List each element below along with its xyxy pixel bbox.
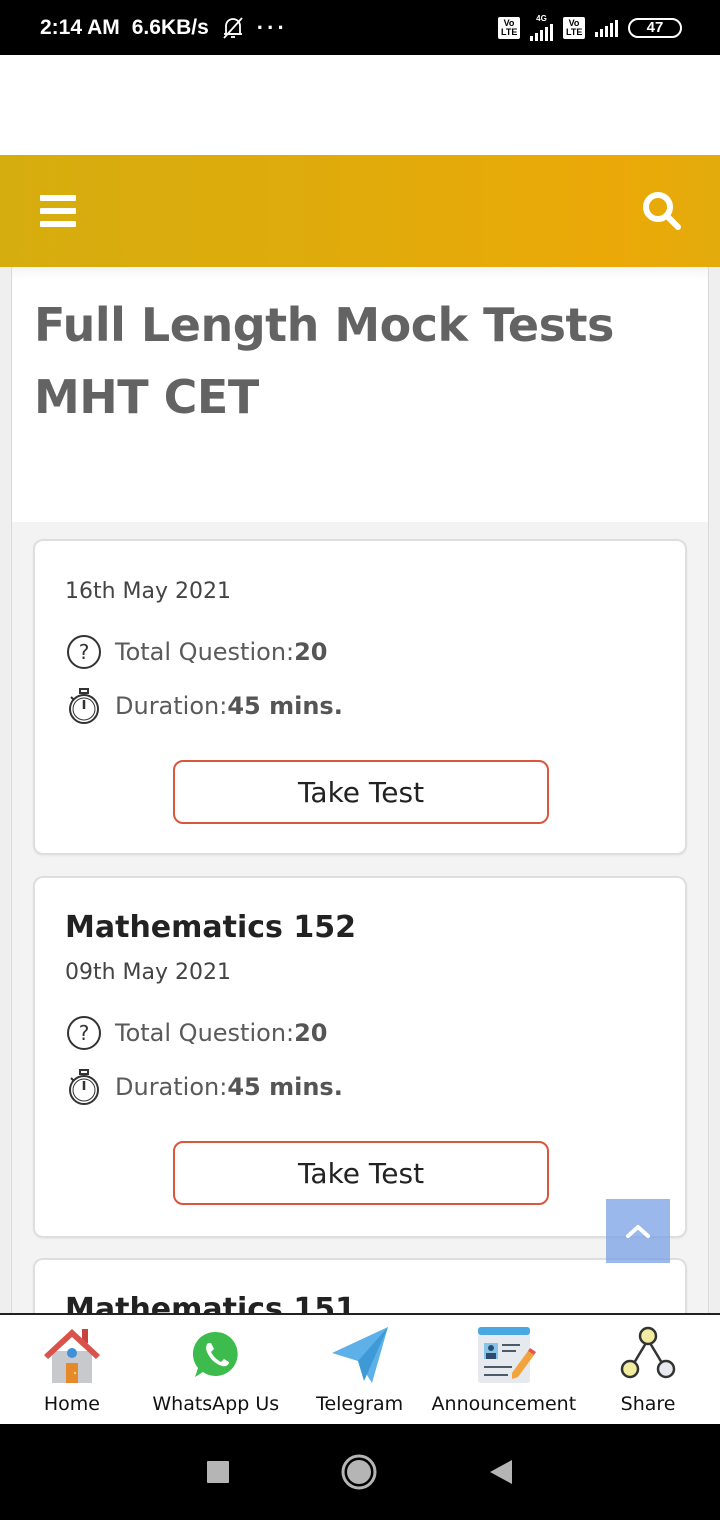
announcement-icon [477,1327,536,1383]
more-notifications-indicator: ··· [256,14,288,40]
network-speed: 6.6KB/s [131,15,209,39]
nav-telegram[interactable]: Telegram [288,1315,432,1424]
whatsapp-icon [190,1329,241,1381]
duration-value: 45 mins. [227,692,343,720]
blank-area [0,55,720,155]
battery-icon: 47 [628,17,682,38]
nav-whatsapp[interactable]: WhatsApp Us [144,1315,288,1424]
total-questions: ? Total Question:20 [65,633,328,671]
test-title: Mathematics 152 [65,910,356,945]
bell-muted-icon [223,16,243,39]
nav-announcement[interactable]: Announcement [431,1315,577,1424]
volte-icon: Vo LTE [498,16,520,39]
signal-icon [530,23,553,41]
duration: Duration:45 mins. [65,1068,343,1106]
scroll-to-top-button[interactable] [606,1199,670,1263]
nav-home[interactable]: Home [0,1315,144,1424]
test-card: Mathematics 151 [33,1258,687,1313]
total-questions: ? Total Question:20 [65,1014,328,1052]
test-list: 16th May 2021 ? Total Question:20 Durati… [12,522,708,1313]
test-title: Mathematics 151 [65,1292,356,1313]
volte-icon: Vo LTE [563,16,585,39]
page-title: Full Length Mock Tests MHT CET [34,298,614,424]
nav-label: WhatsApp Us [152,1393,280,1415]
nav-label: Telegram [316,1393,404,1415]
share-icon [620,1326,676,1379]
signal-icon [595,19,618,37]
battery-level: 47 [646,19,664,36]
test-date: 16th May 2021 [65,579,232,604]
nav-label: Share [620,1393,676,1415]
take-test-button[interactable]: Take Test [173,760,549,824]
back-icon[interactable] [488,1458,514,1486]
test-card: Mathematics 152 09th May 2021 ? Total Qu… [33,876,687,1238]
take-test-button[interactable]: Take Test [173,1141,549,1205]
search-icon[interactable] [640,189,684,233]
stopwatch-icon [69,688,99,724]
nav-label: Announcement [431,1393,577,1415]
question-circle-icon: ? [67,635,101,669]
network-type: 4G [536,13,547,23]
status-bar: 2:14 AM 6.6KB/s ··· Vo LTE 4G Vo LTE 47 [0,0,720,55]
hamburger-menu-icon[interactable] [40,195,76,227]
nav-label: Home [43,1393,100,1415]
chevron-up-icon [626,1225,650,1238]
svg-text:?: ? [79,1021,90,1045]
app-header [0,155,720,267]
bottom-navigation: Home WhatsApp Us Telegram Announcement S… [0,1313,720,1424]
status-time: 2:14 AM [40,15,120,39]
stopwatch-icon [69,1069,99,1105]
test-date: 09th May 2021 [65,960,232,985]
home-button-icon[interactable] [340,1453,378,1491]
recent-apps-icon[interactable] [206,1460,230,1484]
nav-share[interactable]: Share [576,1315,720,1424]
system-navigation-bar [0,1424,720,1520]
questions-value: 20 [294,638,328,666]
questions-value: 20 [294,1019,328,1047]
telegram-icon [331,1327,388,1383]
question-circle-icon: ? [67,1016,101,1050]
home-icon [43,1329,100,1383]
duration: Duration:45 mins. [65,687,343,725]
svg-text:?: ? [79,640,90,664]
test-card: 16th May 2021 ? Total Question:20 Durati… [33,539,687,855]
duration-value: 45 mins. [227,1073,343,1101]
page-content: Full Length Mock Tests MHT CET 16th May … [0,267,720,1313]
